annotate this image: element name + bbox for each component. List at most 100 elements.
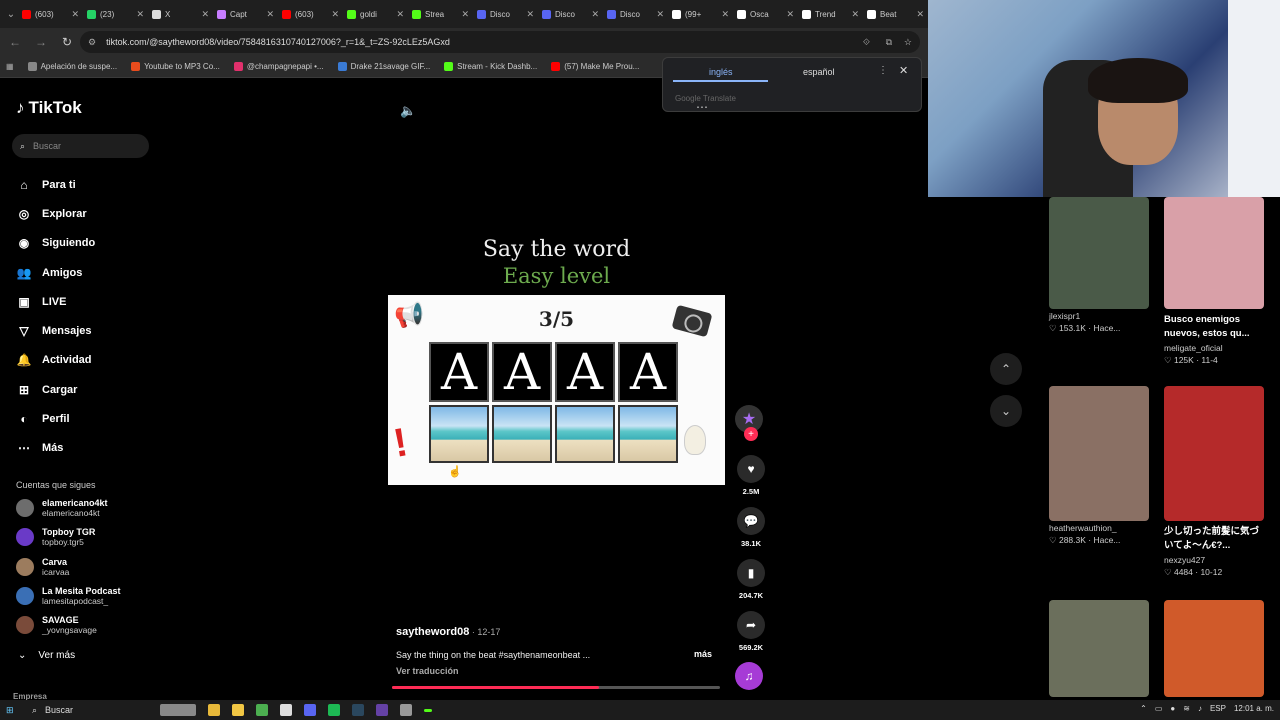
bookmark-item[interactable]: Drake 21savage GIF... <box>337 62 430 71</box>
browser-tab[interactable]: goldi ✕ <box>343 3 408 25</box>
windows-start-icon[interactable]: ⊞ <box>6 705 14 716</box>
input-language[interactable]: ESP <box>1210 704 1226 713</box>
apps-grid-icon[interactable]: ▦ <box>6 62 14 71</box>
video-progress-bar[interactable] <box>392 686 720 689</box>
clock[interactable]: 12:01 a. m. <box>1234 704 1274 713</box>
sidebar-item-para-ti[interactable]: ⌂ Para ti <box>16 170 95 199</box>
following-account[interactable]: Carva icarvaa <box>16 557 69 577</box>
sidebar-item-más[interactable]: ⋯ Más <box>16 434 95 463</box>
close-icon[interactable]: ✕ <box>461 9 469 20</box>
close-icon[interactable]: ✕ <box>721 9 729 20</box>
bookmark-item[interactable]: (57) Make Me Prou... <box>551 62 639 71</box>
browser-tab[interactable]: Trend ✕ <box>798 3 863 25</box>
browser-tab[interactable]: Disco ✕ <box>603 3 668 25</box>
video-creator[interactable]: jlexispr1 <box>1049 311 1149 321</box>
chevron-up-icon[interactable]: ⌃ <box>1140 704 1147 713</box>
folder-icon[interactable] <box>232 704 244 716</box>
see-more-button[interactable]: ⌄ Ver más <box>18 650 75 661</box>
steam-icon[interactable] <box>352 704 364 716</box>
app-icon[interactable] <box>424 709 432 712</box>
close-icon[interactable]: ✕ <box>136 9 144 20</box>
taskbar-search[interactable]: ⌕ Buscar <box>32 705 152 716</box>
recommended-video-card[interactable]: 少し切った前髪に気づいてよ〜ん€?... nexzyu427 ♡ 4484 · 10… <box>1164 386 1264 578</box>
video-thumbnail[interactable] <box>1049 197 1149 309</box>
close-icon[interactable]: ✕ <box>899 64 908 77</box>
settings-icon[interactable] <box>400 704 412 716</box>
close-icon[interactable]: ✕ <box>526 9 534 20</box>
following-account[interactable]: elamericano4kt elamericano4kt <box>16 498 108 518</box>
reload-icon[interactable]: ↻ <box>60 35 74 49</box>
close-icon[interactable]: ✕ <box>71 9 79 20</box>
save-button[interactable]: ▮ 204.7K <box>735 559 767 600</box>
sidebar-item-explorar[interactable]: ◎ Explorar <box>16 199 95 228</box>
browser-tab[interactable]: X ✕ <box>148 3 213 25</box>
close-icon[interactable]: ✕ <box>656 9 664 20</box>
sidebar-item-cargar[interactable]: ⊞ Cargar <box>16 375 95 404</box>
video-player[interactable]: 🔈 ⋯ Say the word Easy level 📢 3/5 AAAA !… <box>388 78 725 700</box>
browser-tab[interactable]: Capt ✕ <box>213 3 278 25</box>
close-icon[interactable]: ✕ <box>786 9 794 20</box>
recommended-video-card[interactable]: jlexispr1 ♡ 153.1K · Hace... <box>1049 197 1149 334</box>
chrome-icon[interactable] <box>208 704 220 716</box>
back-icon[interactable]: ← <box>8 35 22 49</box>
see-translation-link[interactable]: Ver traducción <box>396 666 459 676</box>
forward-icon[interactable]: → <box>34 35 48 49</box>
close-icon[interactable]: ✕ <box>396 9 404 20</box>
bookmark-item[interactable]: Youtube to MP3 Co... <box>131 62 220 71</box>
recommended-video-card[interactable]: heatherwauthion_ ♡ 288.3K · Hace... <box>1049 386 1149 546</box>
following-account[interactable]: SAVAGE _yovngsavage <box>16 615 97 635</box>
close-icon[interactable]: ✕ <box>331 9 339 20</box>
sidebar-item-siguiendo[interactable]: ◉ Siguiendo <box>16 229 95 258</box>
bookmark-item[interactable]: Apelación de suspe... <box>27 62 117 71</box>
spotify-icon[interactable] <box>328 704 340 716</box>
close-icon[interactable]: ✕ <box>201 9 209 20</box>
tab-search-icon[interactable]: ⌄ <box>4 6 18 22</box>
browser-tab[interactable]: Strea ✕ <box>408 3 473 25</box>
recommended-video-card[interactable]: Busco enemigos nuevos, estos qu... meliga… <box>1164 197 1264 366</box>
site-info-icon[interactable]: ⚙ <box>88 37 96 48</box>
share-button[interactable]: ➦ 569.2K <box>735 611 767 652</box>
sidebar-item-actividad[interactable]: 🔔 Actividad <box>16 346 95 375</box>
more-options-icon[interactable]: ⋯ <box>696 100 708 114</box>
volume-icon[interactable]: 🔈 <box>400 103 416 119</box>
following-account[interactable]: La Mesita Podcast lamesitapodcast_ <box>16 586 121 606</box>
browser-tab[interactable]: Disco ✕ <box>538 3 603 25</box>
translate-icon[interactable]: ⟐ <box>863 37 870 48</box>
video-thumbnail[interactable] <box>1164 600 1264 697</box>
obs-icon[interactable] <box>376 704 388 716</box>
speaker-icon[interactable]: ♪ <box>1198 704 1202 713</box>
app-icon[interactable] <box>256 704 268 716</box>
recommended-video-card[interactable] <box>1164 600 1264 697</box>
browser-tab[interactable]: Beat ✕ <box>863 3 928 25</box>
install-icon[interactable]: ⧉ <box>886 37 892 48</box>
url-field[interactable]: ⚙ tiktok.com/@saytheword08/video/7584816… <box>80 31 920 53</box>
browser-tab[interactable]: Disco ✕ <box>473 3 538 25</box>
recommended-video-card[interactable] <box>1049 600 1149 697</box>
music-disc[interactable]: ♫ <box>735 662 767 690</box>
video-creator[interactable]: meligate_oficial <box>1164 343 1264 353</box>
video-author[interactable]: saytheword08 · 12-17 <box>396 626 500 638</box>
bookmark-item[interactable]: Stream - Kick Dashb... <box>444 62 537 71</box>
bookmark-star-icon[interactable]: ☆ <box>904 37 912 48</box>
video-thumbnail[interactable] <box>1049 386 1149 521</box>
browser-tab[interactable]: (603) ✕ <box>18 3 83 25</box>
widgets-icon[interactable] <box>160 704 196 716</box>
browser-tab[interactable]: (603) ✕ <box>278 3 343 25</box>
video-thumbnail[interactable] <box>1164 197 1264 309</box>
sidebar-item-amigos[interactable]: 👥 Amigos <box>16 258 95 287</box>
next-video-button[interactable]: ⌄ <box>990 395 1022 427</box>
more-button[interactable]: más <box>694 649 712 659</box>
follow-plus-icon[interactable]: + <box>744 427 758 441</box>
video-thumbnail[interactable] <box>1164 386 1264 521</box>
creator-avatar[interactable]: ★ + <box>735 405 767 441</box>
browser-tab[interactable]: (99+ ✕ <box>668 3 733 25</box>
previous-video-button[interactable]: ⌃ <box>990 353 1022 385</box>
browser-tab[interactable]: Osca ✕ <box>733 3 798 25</box>
sidebar-item-perfil[interactable]: ◐ Perfil <box>16 404 95 433</box>
translate-lang-source[interactable]: inglés <box>709 67 733 77</box>
sidebar-item-live[interactable]: ▣ LIVE <box>16 287 95 316</box>
app-icon[interactable] <box>280 704 292 716</box>
sidebar-item-mensajes[interactable]: ▽ Mensajes <box>16 316 95 345</box>
close-icon[interactable]: ✕ <box>851 9 859 20</box>
search-input[interactable]: ⌕ Buscar <box>12 134 149 158</box>
